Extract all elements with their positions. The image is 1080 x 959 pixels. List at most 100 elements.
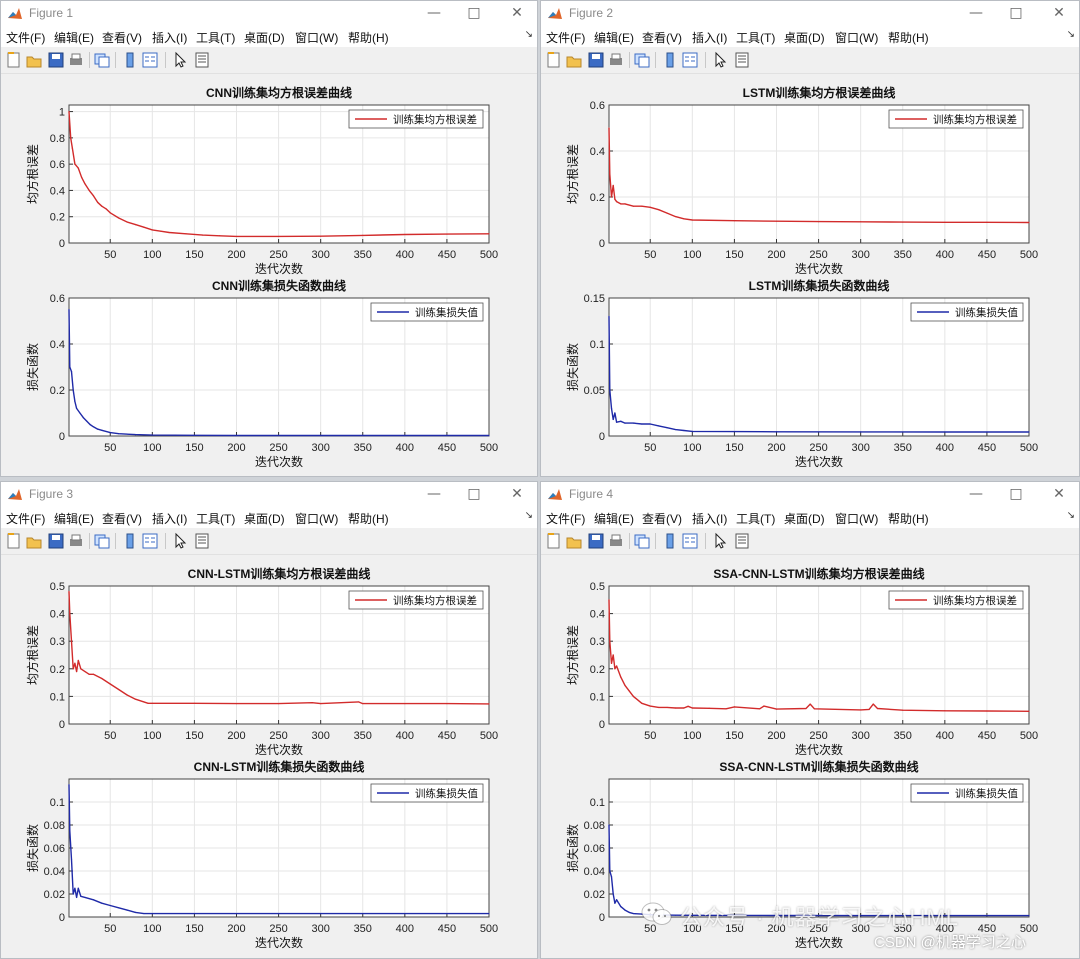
menu-item[interactable]: 文件(F) — [6, 510, 45, 527]
insert-colorbar-icon[interactable] — [661, 532, 679, 550]
legend[interactable]: 训练集均方根误差 — [348, 590, 484, 610]
maximize-button[interactable]: □ — [996, 483, 1036, 505]
property-inspector-icon[interactable] — [733, 532, 751, 550]
property-inspector-icon[interactable] — [733, 51, 751, 69]
menu-item[interactable]: 查看(V) — [642, 29, 682, 46]
legend[interactable]: 训练集均方根误差 — [348, 109, 484, 129]
insert-colorbar-icon[interactable] — [121, 532, 139, 550]
open-file-icon[interactable] — [565, 532, 583, 550]
menu-item[interactable]: 窗口(W) — [835, 29, 878, 46]
menu-item[interactable]: 桌面(D) — [244, 29, 285, 46]
menu-item[interactable]: 查看(V) — [102, 29, 142, 46]
data-point — [658, 706, 660, 709]
insert-legend-icon[interactable] — [681, 51, 699, 69]
data-point — [632, 912, 635, 915]
menu-overflow-icon[interactable]: ↘ — [525, 510, 533, 521]
menu-item[interactable]: 帮助(H) — [348, 29, 389, 46]
property-inspector-icon[interactable] — [193, 51, 211, 69]
insert-legend-icon[interactable] — [141, 532, 159, 550]
legend[interactable]: 训练集损失值 — [370, 302, 484, 322]
save-icon[interactable] — [47, 532, 65, 550]
menu-item[interactable]: 工具(T) — [736, 510, 775, 527]
menu-overflow-icon[interactable]: ↘ — [1067, 29, 1075, 40]
menu-item[interactable]: 工具(T) — [196, 29, 235, 46]
toolbar-separator — [655, 52, 656, 68]
legend[interactable]: 训练集损失值 — [910, 302, 1024, 322]
menu-item[interactable]: 桌面(D) — [784, 510, 825, 527]
menu-item[interactable]: 桌面(D) — [784, 29, 825, 46]
print-icon[interactable] — [67, 51, 85, 69]
open-file-icon[interactable] — [25, 532, 43, 550]
maximize-button[interactable]: □ — [996, 2, 1036, 24]
legend[interactable]: 训练集均方根误差 — [888, 109, 1024, 129]
x-tick-label: 100 — [683, 249, 701, 261]
link-figure-icon[interactable] — [93, 51, 111, 69]
menu-item[interactable]: 桌面(D) — [244, 510, 285, 527]
property-inspector-icon[interactable] — [193, 532, 211, 550]
new-figure-icon[interactable] — [545, 51, 563, 69]
menu-item[interactable]: 帮助(H) — [888, 29, 929, 46]
menu-item[interactable]: 帮助(H) — [888, 510, 929, 527]
print-icon[interactable] — [607, 51, 625, 69]
data-point — [143, 226, 145, 228]
open-file-icon[interactable] — [565, 51, 583, 69]
pointer-icon[interactable] — [711, 532, 729, 550]
menu-overflow-icon[interactable]: ↘ — [525, 29, 533, 40]
figure-toolbar — [1, 47, 537, 74]
open-file-icon[interactable] — [25, 51, 43, 69]
minimize-button[interactable]: — — [956, 483, 996, 505]
minimize-button[interactable]: — — [414, 483, 454, 505]
menu-item[interactable]: 文件(F) — [546, 510, 585, 527]
menu-item[interactable]: 插入(I) — [692, 510, 727, 527]
maximize-button[interactable]: □ — [454, 2, 494, 24]
link-figure-icon[interactable] — [633, 51, 651, 69]
insert-colorbar-icon[interactable] — [121, 51, 139, 69]
insert-legend-icon[interactable] — [141, 51, 159, 69]
new-figure-icon[interactable] — [5, 51, 23, 69]
pointer-icon[interactable] — [171, 51, 189, 69]
save-icon[interactable] — [47, 51, 65, 69]
menu-item[interactable]: 工具(T) — [196, 510, 235, 527]
y-tick-label: 0.6 — [50, 159, 65, 171]
minimize-button[interactable]: — — [956, 2, 996, 24]
menu-item[interactable]: 编辑(E) — [54, 510, 94, 527]
menu-item[interactable]: 工具(T) — [736, 29, 775, 46]
menu-item[interactable]: 编辑(E) — [54, 29, 94, 46]
menu-overflow-icon[interactable]: ↘ — [1067, 510, 1075, 521]
menu-item[interactable]: 窗口(W) — [295, 510, 338, 527]
link-figure-icon[interactable] — [93, 532, 111, 550]
legend[interactable]: 训练集损失值 — [370, 783, 484, 803]
data-point — [84, 670, 86, 673]
print-icon[interactable] — [607, 532, 625, 550]
menu-item[interactable]: 查看(V) — [102, 510, 142, 527]
menu-item[interactable]: 文件(F) — [546, 29, 585, 46]
save-icon[interactable] — [587, 532, 605, 550]
minimize-button[interactable]: — — [414, 2, 454, 24]
link-figure-icon[interactable] — [633, 532, 651, 550]
insert-legend-icon[interactable] — [681, 532, 699, 550]
menu-item[interactable]: 帮助(H) — [348, 510, 389, 527]
close-button[interactable]: ✕ — [1039, 483, 1079, 505]
menu-item[interactable]: 插入(I) — [152, 510, 187, 527]
legend[interactable]: 训练集均方根误差 — [888, 590, 1024, 610]
close-button[interactable]: ✕ — [497, 483, 537, 505]
menu-item[interactable]: 窗口(W) — [295, 29, 338, 46]
menu-item[interactable]: 文件(F) — [6, 29, 45, 46]
new-figure-icon[interactable] — [545, 532, 563, 550]
menu-item[interactable]: 编辑(E) — [594, 29, 634, 46]
menu-item[interactable]: 插入(I) — [152, 29, 187, 46]
menu-item[interactable]: 插入(I) — [692, 29, 727, 46]
menu-item[interactable]: 编辑(E) — [594, 510, 634, 527]
menu-item[interactable]: 窗口(W) — [835, 510, 878, 527]
pointer-icon[interactable] — [171, 532, 189, 550]
save-icon[interactable] — [587, 51, 605, 69]
legend[interactable]: 训练集损失值 — [910, 783, 1024, 803]
close-button[interactable]: ✕ — [497, 2, 537, 24]
maximize-button[interactable]: □ — [454, 483, 494, 505]
menu-item[interactable]: 查看(V) — [642, 510, 682, 527]
pointer-icon[interactable] — [711, 51, 729, 69]
close-button[interactable]: ✕ — [1039, 2, 1079, 24]
new-figure-icon[interactable] — [5, 532, 23, 550]
print-icon[interactable] — [67, 532, 85, 550]
insert-colorbar-icon[interactable] — [661, 51, 679, 69]
